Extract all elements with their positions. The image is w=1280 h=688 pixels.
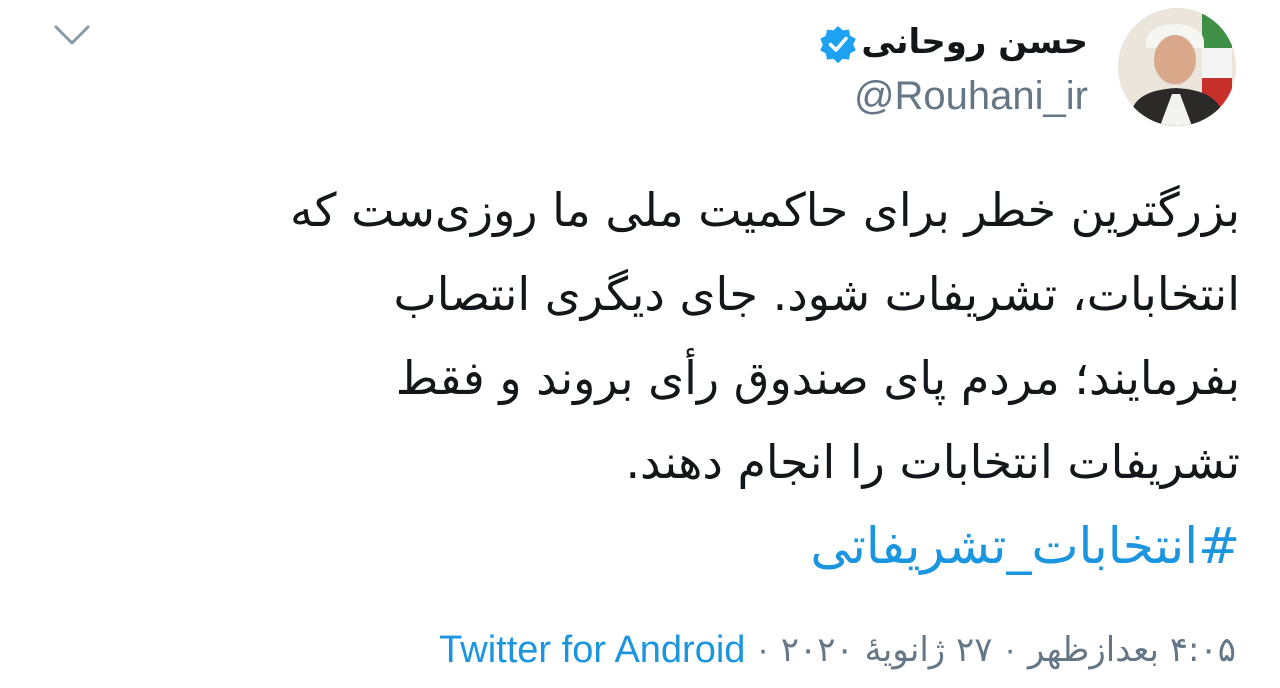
- tweet-card: حسن روحانی @Rouhani_ir بزرگترین خطر برای…: [0, 0, 1280, 688]
- tweet-time[interactable]: ۴:۰۵ بعدازظهر: [1028, 630, 1236, 670]
- tweet-text-line: انتخابات، تشریفات شود. جای دیگری انتصاب: [393, 267, 1241, 321]
- tweet-text-line: بزرگترین خطر برای حاکمیت ملی ما روزی‌ست …: [289, 183, 1240, 237]
- hashtag-link[interactable]: #انتخابات_تشریفاتی: [810, 506, 1240, 586]
- tweet-text: بزرگترین خطر برای حاکمیت ملی ما روزی‌ست …: [100, 168, 1240, 504]
- tweet-date[interactable]: ۲۷ ژانویهٔ ۲۰۲۰: [781, 630, 993, 670]
- avatar[interactable]: [1118, 8, 1236, 126]
- verified-badge-icon: [820, 26, 856, 64]
- tweet-meta: ۴:۰۵ بعدازظهر · ۲۷ ژانویهٔ ۲۰۲۰ · Twitte…: [439, 622, 1236, 678]
- author-handle[interactable]: @Rouhani_ir: [854, 74, 1088, 119]
- display-name[interactable]: حسن روحانی: [861, 14, 1088, 70]
- tweet-source-link[interactable]: Twitter for Android: [439, 629, 745, 672]
- tweet-text-line: بفرمایند؛ مردم پای صندوق رأی بروند و فقط: [395, 351, 1240, 405]
- chevron-down-icon[interactable]: [52, 22, 92, 48]
- meta-separator: ·: [1004, 630, 1016, 669]
- meta-separator: ·: [757, 630, 769, 669]
- tweet-text-line: تشریفات انتخابات را انجام دهند.: [625, 435, 1240, 489]
- profile-photo-icon: [1118, 8, 1236, 126]
